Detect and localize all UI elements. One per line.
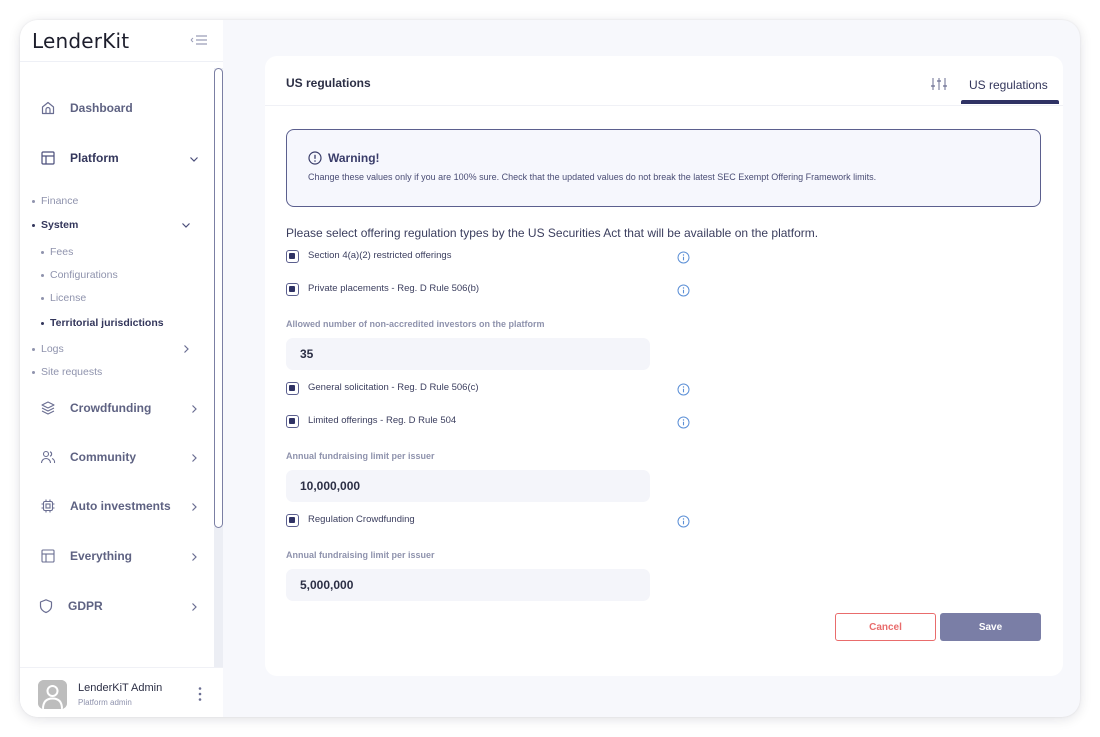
- user-name: LenderKiT Admin: [78, 682, 163, 694]
- warning-title: Warning!: [328, 151, 380, 165]
- chevron-right-icon: [188, 600, 200, 612]
- chevron-right-icon: [180, 343, 192, 355]
- user-role: Platform admin: [78, 698, 132, 707]
- checkbox[interactable]: [286, 415, 299, 428]
- sidebar-item-platform[interactable]: Platform: [20, 143, 210, 173]
- sidebar-subitem-finance[interactable]: Finance: [32, 191, 78, 211]
- avatar: [38, 680, 67, 709]
- bullet-icon: [32, 347, 35, 351]
- checkbox[interactable]: [286, 283, 299, 296]
- user-profile[interactable]: LenderKiT Admin Platform admin: [20, 667, 223, 717]
- sidebar-subitem-system[interactable]: System: [32, 215, 202, 235]
- active-tab-indicator: [961, 100, 1059, 104]
- page-title: US regulations: [286, 76, 371, 90]
- bullet-icon: [41, 273, 44, 277]
- sidebar-scrollbar-thumb[interactable]: [214, 68, 223, 528]
- shield-icon: [38, 598, 54, 614]
- chevron-right-icon: [188, 500, 200, 512]
- checkbox[interactable]: [286, 514, 299, 527]
- chevron-down-icon: [188, 152, 200, 164]
- chevron-down-icon: [180, 219, 192, 231]
- chevron-right-icon: [188, 402, 200, 414]
- info-icon[interactable]: [677, 251, 690, 264]
- annual-limit-504-input[interactable]: [286, 470, 650, 502]
- intro-text: Please select offering regulation types …: [286, 226, 819, 240]
- sidebar-subitem-fees[interactable]: Fees: [41, 242, 73, 262]
- bullet-icon: [41, 250, 44, 254]
- sidebar-item-community[interactable]: Community: [20, 442, 210, 472]
- warning-banner: Warning! Change these values only if you…: [286, 129, 1041, 207]
- save-button[interactable]: Save: [940, 613, 1041, 641]
- sidebar-subitem-license[interactable]: License: [41, 288, 86, 308]
- chevron-right-icon: [188, 550, 200, 562]
- layers-icon: [40, 400, 56, 416]
- chevron-right-icon: [188, 451, 200, 463]
- sidebar-subitem-site-requests[interactable]: Site requests: [32, 362, 102, 382]
- option-section-4a2[interactable]: Section 4(a)(2) restricted offerings: [286, 248, 706, 266]
- home-icon: [40, 100, 56, 116]
- info-icon[interactable]: [677, 383, 690, 396]
- checkbox[interactable]: [286, 250, 299, 263]
- collapse-menu-icon[interactable]: [188, 31, 210, 49]
- sidebar-item-crowdfunding[interactable]: Crowdfunding: [20, 393, 210, 423]
- info-icon[interactable]: [677, 416, 690, 429]
- info-icon[interactable]: [677, 515, 690, 528]
- bullet-icon: [41, 296, 44, 300]
- field-label-non-accredited: Allowed number of non-accredited investo…: [286, 319, 545, 329]
- chip-icon: [40, 498, 56, 514]
- card-header: US regulations US regulations: [265, 56, 1063, 106]
- option-regulation-crowdfunding[interactable]: Regulation Crowdfunding: [286, 512, 706, 530]
- option-general-solicitation-506c[interactable]: General solicitation - Reg. D Rule 506(c…: [286, 380, 706, 398]
- alert-circle-icon: [308, 151, 322, 165]
- sidebar-item-dashboard[interactable]: Dashboard: [20, 93, 210, 123]
- layout-icon: [40, 150, 56, 166]
- info-icon[interactable]: [677, 284, 690, 297]
- sidebar-item-gdpr[interactable]: GDPR: [20, 591, 210, 621]
- app-window: LenderKit Dashboard Platform Finance Sys…: [20, 20, 1080, 717]
- users-icon: [40, 449, 56, 465]
- settings-card: US regulations US regulations Warning! C…: [265, 56, 1063, 676]
- sliders-icon[interactable]: [930, 76, 948, 92]
- option-limited-offerings-504[interactable]: Limited offerings - Reg. D Rule 504: [286, 413, 706, 431]
- annual-limit-crowdfunding-input[interactable]: [286, 569, 650, 601]
- cancel-button[interactable]: Cancel: [835, 613, 936, 641]
- sidebar-item-everything[interactable]: Everything: [20, 541, 210, 571]
- option-private-placements-506b[interactable]: Private placements - Reg. D Rule 506(b): [286, 281, 706, 299]
- tab-us-regulations[interactable]: US regulations: [961, 56, 1059, 106]
- sidebar-subitem-territorial-jurisdictions[interactable]: Territorial jurisdictions: [41, 313, 164, 333]
- sidebar-subitem-logs[interactable]: Logs: [32, 339, 202, 359]
- field-label-annual-limit-504: Annual fundraising limit per issuer: [286, 451, 435, 461]
- sidebar-header: LenderKit: [20, 20, 223, 62]
- bullet-icon: [41, 321, 44, 325]
- field-label-annual-limit-crowdfunding: Annual fundraising limit per issuer: [286, 550, 435, 560]
- sidebar: LenderKit Dashboard Platform Finance Sys…: [20, 20, 223, 717]
- layout-icon: [40, 548, 56, 564]
- non-accredited-investors-input[interactable]: [286, 338, 650, 370]
- sidebar-nav: Dashboard Platform Finance System Fees C…: [20, 62, 215, 667]
- sidebar-subitem-configurations[interactable]: Configurations: [41, 265, 118, 285]
- bullet-icon: [32, 223, 35, 227]
- more-options-icon[interactable]: [195, 685, 205, 703]
- bullet-icon: [32, 370, 35, 374]
- warning-text: Change these values only if you are 100%…: [308, 172, 877, 182]
- sidebar-item-auto-investments[interactable]: Auto investments: [20, 491, 210, 521]
- logo: LenderKit: [32, 29, 130, 53]
- checkbox[interactable]: [286, 382, 299, 395]
- bullet-icon: [32, 199, 35, 203]
